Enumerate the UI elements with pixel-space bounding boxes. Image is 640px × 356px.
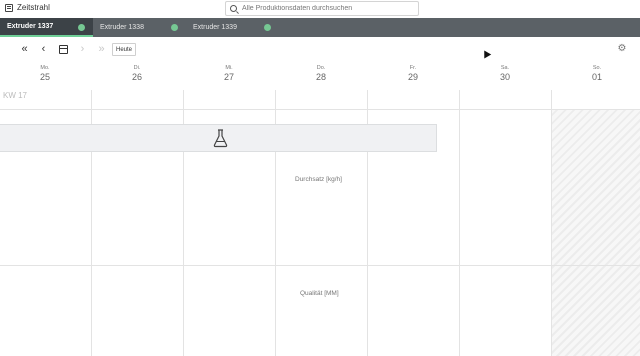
date-label: 01 [591, 72, 602, 82]
weekday-label: Mo. [40, 65, 50, 71]
day-header-so: So. 01 [577, 65, 617, 82]
app-title-label: Zeitstrahl [17, 3, 50, 12]
day-header-mo: Mo. 25 [25, 65, 65, 82]
weekday-label: Do. [316, 65, 326, 71]
today-button[interactable]: Heute [112, 43, 136, 56]
calendar-icon [59, 45, 68, 54]
status-dot-icon [78, 24, 85, 31]
flask-icon [213, 129, 228, 148]
date-label: 27 [223, 72, 234, 82]
chevron-right-icon[interactable]: › [76, 43, 89, 56]
weekday-label: So. [592, 65, 602, 71]
grid-line [0, 265, 640, 266]
date-label: 30 [499, 72, 510, 82]
grid-line [551, 90, 552, 356]
week-label: KW 17 [3, 91, 28, 100]
throughput-label: Durchsatz [kg/h] [295, 176, 342, 183]
tab-extruder-1337[interactable]: Extruder 1337 [0, 18, 93, 37]
weekday-label: Mi. [225, 65, 233, 71]
app-title[interactable]: Zeitstrahl [5, 3, 50, 12]
double-chevron-right-icon[interactable]: » [95, 43, 108, 56]
non-working-day-area [551, 109, 640, 356]
status-dot-icon [171, 24, 178, 31]
navigation-toolbar: « ‹ › » Heute [0, 37, 640, 63]
date-label: 28 [315, 72, 326, 82]
search-input[interactable] [242, 5, 412, 12]
calendar-button[interactable] [57, 43, 70, 56]
tab-label: Extruder 1338 [100, 24, 144, 31]
date-label: 26 [131, 72, 142, 82]
day-header-do: Do. 28 [301, 65, 341, 82]
status-dot-icon [264, 24, 271, 31]
weekday-label: Sa. [500, 65, 510, 71]
day-header-sa: Sa. 30 [485, 65, 525, 82]
tab-bar: Extruder 1337 Extruder 1338 Extruder 133… [0, 18, 640, 37]
search-icon [230, 5, 237, 12]
quality-label: Qualität [MM] [300, 290, 339, 297]
weekday-label: Di. [133, 65, 141, 71]
timeline-icon [5, 3, 13, 12]
double-chevron-left-icon[interactable]: « [18, 43, 31, 56]
weekday-label: Fr. [409, 65, 417, 71]
top-bar: Zeitstrahl [0, 0, 640, 18]
date-label: 29 [407, 72, 418, 82]
day-header-fr: Fr. 29 [393, 65, 433, 82]
grid-line [459, 90, 460, 356]
tab-label: Extruder 1337 [7, 23, 54, 30]
date-label: 25 [39, 72, 50, 82]
tab-extruder-1338[interactable]: Extruder 1338 [93, 18, 186, 37]
tab-extruder-1339[interactable]: Extruder 1339 [186, 18, 279, 37]
day-header-mi: Mi. 27 [209, 65, 249, 82]
tab-label: Extruder 1339 [193, 24, 237, 31]
grid-line [0, 109, 640, 110]
chevron-left-icon[interactable]: ‹ [37, 43, 50, 56]
gear-icon[interactable]: ⚙ [617, 43, 627, 54]
search-box[interactable] [225, 1, 419, 16]
day-header-di: Di. 26 [117, 65, 157, 82]
